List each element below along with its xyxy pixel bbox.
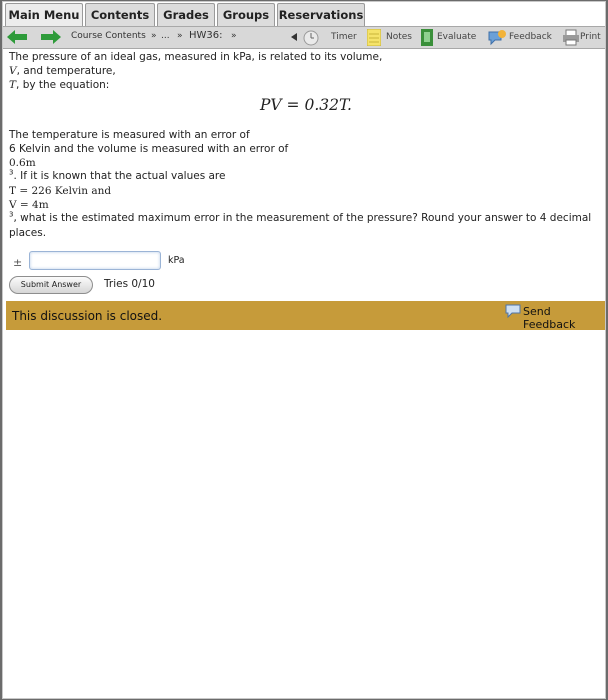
back-arrow-icon[interactable] [7, 30, 27, 44]
known-values-line: 3. If it is known that the actual values… [9, 169, 225, 184]
tab-contents[interactable]: Contents [85, 3, 155, 26]
notes-button[interactable]: Notes [367, 29, 413, 46]
submit-answer-button[interactable]: Submit Answer [9, 276, 93, 294]
breadcrumb-separator: » [151, 31, 157, 41]
answer-input[interactable] [29, 251, 161, 270]
temperature-value: T = 226 Kelvin and [9, 184, 111, 199]
equation-text: PV = 0.32T. [260, 96, 352, 114]
var-v: V [9, 65, 17, 77]
problem-volume-line: V, and temperature, [9, 64, 116, 79]
var-t: T [9, 79, 17, 91]
notepad-icon [367, 29, 381, 46]
problem-temperature-line: T, by the equation: [9, 78, 109, 93]
breadcrumb-course-contents[interactable]: Course Contents [71, 31, 146, 41]
print-button[interactable]: Print [563, 29, 605, 46]
breadcrumb-current-hw[interactable]: HW36: [189, 30, 223, 41]
main-menu-bar: Main Menu Contents Grades Groups Reserva… [3, 2, 605, 26]
timer-label: Timer [331, 32, 357, 42]
question-line-2: places. [9, 227, 47, 239]
tab-main-menu[interactable]: Main Menu [5, 3, 83, 26]
tab-groups[interactable]: Groups [217, 3, 275, 26]
volume-value-text: V = 4m [9, 199, 49, 211]
printer-icon [563, 29, 579, 46]
tab-reservations[interactable]: Reservations [277, 3, 365, 26]
known-text: . If it is known that the actual values … [13, 170, 226, 182]
temperature-value-text: T = 226 Kelvin and [9, 185, 112, 197]
question-text: , what is the estimated maximum error in… [13, 212, 592, 224]
print-label: Print [580, 32, 601, 42]
breadcrumb-ellipsis[interactable]: ... [161, 31, 170, 41]
tab-grades[interactable]: Grades [157, 3, 215, 26]
forward-arrow-icon[interactable] [41, 30, 61, 44]
error-text-1: The temperature is measured with an erro… [9, 129, 250, 141]
problem-intro: The pressure of an ideal gas, measured i… [9, 51, 383, 63]
feedback-label: Feedback [509, 32, 552, 42]
volume-text: , and temperature, [16, 65, 116, 77]
volume-error: 0.6m [9, 157, 36, 169]
app-window: Main Menu Contents Grades Groups Reserva… [2, 1, 606, 699]
answer-unit: kPa [168, 255, 185, 266]
timer-collapse-icon[interactable] [291, 33, 297, 41]
discussion-status: This discussion is closed. [12, 309, 163, 323]
temperature-text: , by the equation: [16, 79, 110, 91]
feedback-icon [488, 30, 506, 46]
error-text-2: 6 Kelvin and the volume is measured with… [9, 143, 289, 155]
timer-button[interactable]: Timer [303, 29, 365, 46]
evaluate-label: Evaluate [437, 32, 477, 42]
breadcrumb-separator: » [177, 31, 183, 41]
feedback-bubble-icon [505, 304, 521, 318]
plus-minus-symbol: ± [13, 256, 23, 269]
evaluate-button[interactable]: Evaluate [421, 29, 483, 46]
evaluate-icon [421, 29, 433, 46]
feedback-button[interactable]: Feedback [487, 29, 559, 46]
question-line: 3, what is the estimated maximum error i… [9, 211, 591, 226]
navigation-bar: Course Contents » ... » HW36: » Timer No… [3, 26, 605, 49]
notes-label: Notes [386, 32, 412, 42]
send-feedback-label: Send Feedback [523, 305, 576, 331]
send-feedback-button[interactable]: Send Feedback [505, 303, 601, 331]
breadcrumb-separator: » [231, 31, 237, 41]
discussion-bar: This discussion is closed. Send Feedback [6, 301, 605, 331]
clock-icon [303, 30, 319, 46]
gas-equation: PV = 0.32T. [260, 96, 352, 114]
tries-counter: Tries 0/10 [104, 278, 155, 290]
